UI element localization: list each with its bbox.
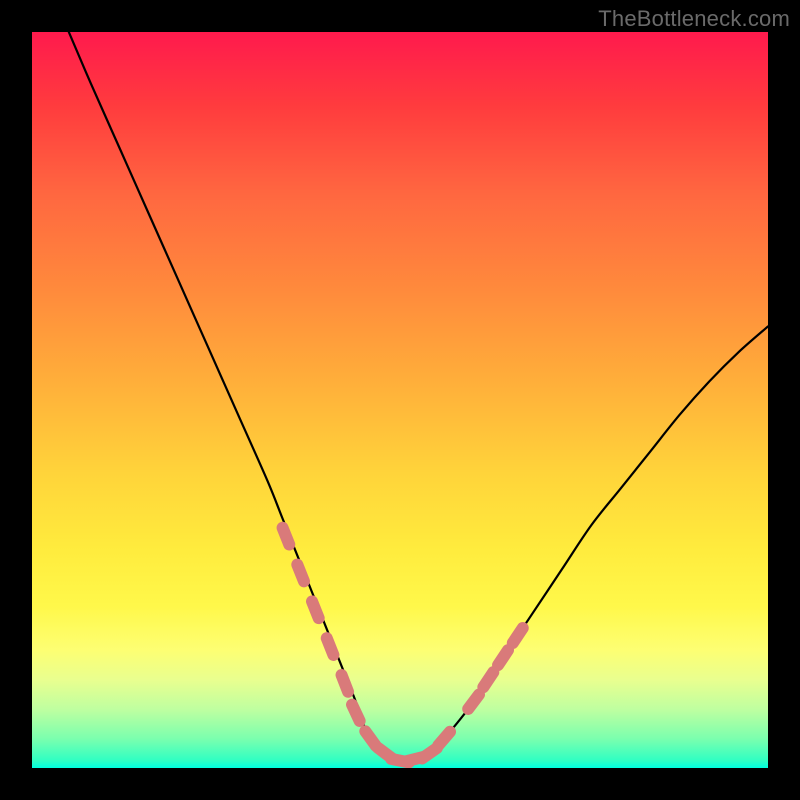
chart-frame: TheBottleneck.com <box>0 0 800 800</box>
curve-markers <box>283 528 523 763</box>
chart-svg <box>32 32 768 768</box>
watermark-text: TheBottleneck.com <box>598 6 790 32</box>
curve-line <box>69 32 768 762</box>
chart-plot-area <box>32 32 768 768</box>
